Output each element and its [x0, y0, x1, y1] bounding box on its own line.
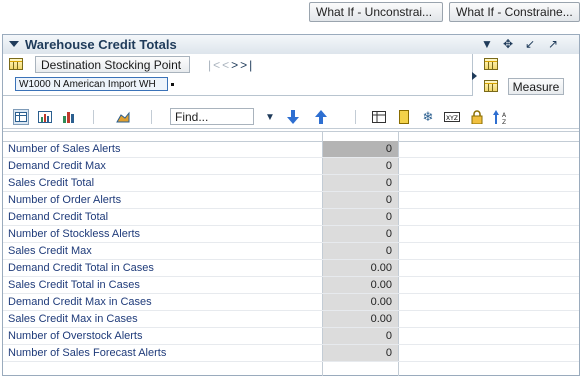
svg-text:Z: Z: [502, 119, 506, 124]
lock-icon[interactable]: [469, 109, 485, 125]
row-value-cell[interactable]: 0: [323, 141, 398, 157]
row-label: Sales Credit Max: [8, 245, 92, 257]
table-view-icon[interactable]: [13, 109, 29, 125]
table-row: Number of Order Alerts 0: [3, 192, 579, 209]
row-label: Number of Order Alerts: [8, 194, 122, 206]
xyz-icon[interactable]: XYZ: [444, 109, 460, 125]
row-label: Demand Credit Max: [8, 160, 106, 172]
grid-toolbar: Find... ▼ ❄ XYZ AZ: [3, 105, 579, 129]
table-row: Sales Credit Max in Cases 0.00: [3, 311, 579, 328]
svg-text:XYZ: XYZ: [446, 115, 458, 122]
row-value-cell[interactable]: 0: [323, 158, 398, 174]
row-label: Number of Overstock Alerts: [8, 330, 143, 342]
member-indicator: [171, 83, 174, 86]
last-member-icon[interactable]: >|: [240, 58, 254, 72]
previous-member-icon[interactable]: <: [222, 58, 231, 72]
row-value-cell[interactable]: 0: [323, 345, 398, 361]
row-label: Sales Credit Max in Cases: [8, 313, 138, 325]
row-value-cell[interactable]: 0.00: [323, 294, 398, 310]
panel-header: Warehouse Credit Totals ▼ ✥ ↙ ↗: [3, 35, 579, 54]
row-label: Number of Sales Forecast Alerts: [8, 347, 167, 359]
row-label: Sales Credit Total: [8, 177, 95, 189]
snowflake-icon[interactable]: ❄: [420, 109, 436, 125]
minimize-icon[interactable]: ↙: [525, 37, 535, 51]
expand-arrow-icon[interactable]: [472, 72, 477, 80]
row-label: Demand Credit Total in Cases: [8, 262, 154, 274]
member-navigation: |<<>>|: [208, 58, 254, 72]
pivot-column-area: Measure: [472, 54, 579, 96]
chart-icon[interactable]: [61, 109, 77, 125]
row-label: Number of Stockless Alerts: [8, 228, 141, 240]
row-value-cell[interactable]: 0.00: [323, 277, 398, 293]
table-row: Sales Credit Max 0: [3, 243, 579, 260]
column-select-icon[interactable]: [371, 109, 387, 125]
table-row: Sales Credit Total in Cases 0.00: [3, 277, 579, 294]
row-value-cell[interactable]: 0: [323, 328, 398, 344]
table-row: Demand Credit Max in Cases 0.00: [3, 294, 579, 311]
table-row: Sales Credit Total 0: [3, 175, 579, 192]
row-value-cell[interactable]: 0: [323, 226, 398, 242]
table-row: Demand Credit Total in Cases 0.00: [3, 260, 579, 277]
move-up-icon[interactable]: [313, 109, 329, 125]
warehouse-credit-totals-panel: Warehouse Credit Totals ▼ ✥ ↙ ↗ Destinat…: [2, 34, 580, 376]
row-value-cell[interactable]: 0.00: [323, 311, 398, 327]
table-row: Number of Sales Alerts 0: [3, 141, 579, 158]
sort-icon[interactable]: AZ: [493, 109, 509, 125]
panel-title: Warehouse Credit Totals: [25, 37, 177, 52]
chart-table-icon[interactable]: [37, 109, 53, 125]
row-value-cell[interactable]: 0.00: [323, 260, 398, 276]
row-value-cell[interactable]: 0: [323, 209, 398, 225]
maximize-icon[interactable]: ↗: [548, 37, 558, 51]
row-label: Demand Credit Total: [8, 211, 109, 223]
find-dropdown-icon[interactable]: ▼: [262, 109, 278, 125]
row-value-cell[interactable]: 0: [323, 192, 398, 208]
find-input[interactable]: Find...: [170, 108, 254, 125]
move-down-icon[interactable]: [285, 109, 301, 125]
table-row: Number of Overstock Alerts 0: [3, 328, 579, 345]
measure-dimension-icon[interactable]: [484, 80, 498, 92]
toolbar-separator: [355, 110, 356, 124]
data-grid: Number of Sales Alerts 0 Demand Credit Max…: [3, 131, 579, 376]
row-dimension-icon[interactable]: [9, 58, 23, 70]
row-label: Sales Credit Total in Cases: [8, 279, 140, 291]
toolbar-separator: [151, 110, 152, 124]
collapse-triangle-icon[interactable]: [9, 41, 19, 47]
table-row: Number of Sales Forecast Alerts 0: [3, 345, 579, 362]
measure-dimension[interactable]: Measure: [508, 78, 564, 95]
selected-member[interactable]: W1000 N American Import WH: [15, 77, 168, 91]
row-value-cell[interactable]: 0: [323, 243, 398, 259]
freeze-icon[interactable]: [396, 109, 412, 125]
what-if-unconstrained-button[interactable]: What If - Unconstrai...: [309, 2, 443, 22]
row-value-cell[interactable]: 0: [323, 175, 398, 191]
area-chart-icon[interactable]: [115, 109, 131, 125]
first-member-icon[interactable]: |<: [208, 58, 222, 72]
destination-stocking-point-dimension[interactable]: Destination Stocking Point: [35, 56, 190, 73]
table-row: Demand Credit Total 0: [3, 209, 579, 226]
table-row: Number of Stockless Alerts 0: [3, 226, 579, 243]
toolbar-separator: [93, 110, 94, 124]
row-label: Number of Sales Alerts: [8, 143, 121, 155]
move-icon[interactable]: ✥: [503, 37, 513, 51]
grid-rows: Number of Sales Alerts 0 Demand Credit Max…: [3, 141, 579, 362]
what-if-constrained-button[interactable]: What If - Constraine...: [449, 2, 580, 22]
svg-text:A: A: [502, 112, 507, 119]
dropdown-arrow-icon[interactable]: ▼: [481, 37, 493, 51]
row-label: Demand Credit Max in Cases: [8, 296, 152, 308]
table-row: Demand Credit Max 0: [3, 158, 579, 175]
pivot-row-area: Destination Stocking Point |<<>>| W1000 …: [3, 54, 473, 96]
next-member-icon[interactable]: >: [231, 58, 240, 72]
column-dimension-icon[interactable]: [484, 58, 498, 70]
